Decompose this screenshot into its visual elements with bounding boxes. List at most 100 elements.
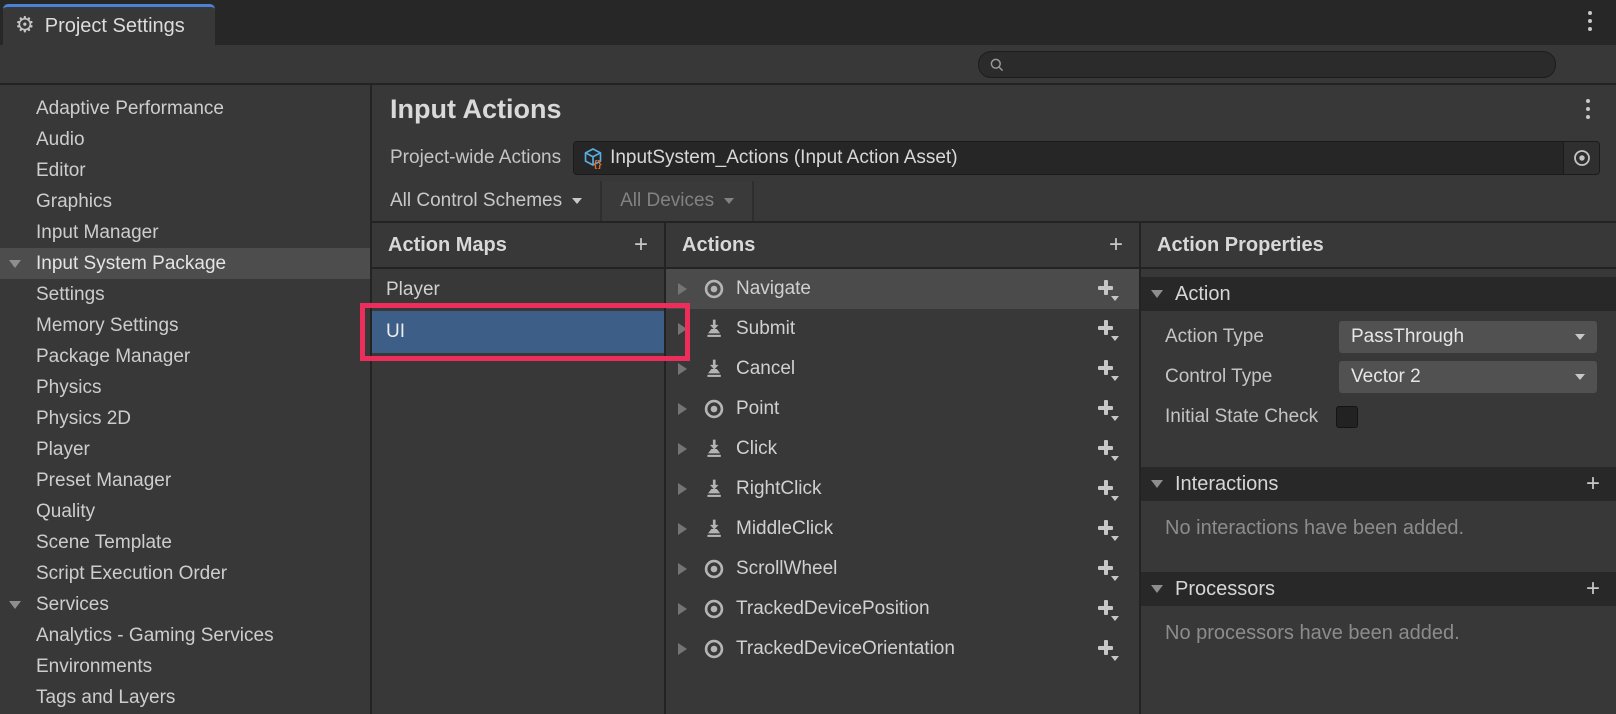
action-map-row[interactable]: Player [372, 269, 664, 311]
project-wide-actions-label: Project-wide Actions [390, 147, 561, 169]
asset-object-field[interactable]: {} InputSystem_Actions (Input Action Ass… [573, 141, 1600, 175]
control-schemes-dropdown[interactable]: All Control Schemes [372, 181, 602, 221]
action-button-icon [702, 438, 726, 460]
action-map-label: UI [386, 321, 405, 343]
interactions-foldout[interactable]: Interactions + [1141, 467, 1616, 501]
sidebar-item[interactable]: Physics 2D [0, 403, 370, 434]
action-row[interactable]: Navigate [666, 269, 1139, 309]
sidebar-item[interactable]: Player [0, 434, 370, 465]
sidebar-item[interactable]: Scene Template [0, 527, 370, 558]
search-input[interactable] [1012, 56, 1545, 73]
processors-empty-text: No processors have been added. [1141, 606, 1616, 645]
action-row[interactable]: RightClick [666, 469, 1139, 509]
sidebar-item[interactable]: Input System Package [0, 248, 370, 279]
sidebar-item[interactable]: Environments [0, 651, 370, 682]
expand-arrow-icon[interactable] [678, 523, 687, 535]
foldout-arrow-icon[interactable] [9, 601, 21, 609]
devices-dropdown[interactable]: All Devices [602, 181, 754, 221]
expand-arrow-icon[interactable] [678, 603, 687, 615]
sidebar-item[interactable]: Adaptive Performance [0, 93, 370, 124]
input-actions-menu-icon[interactable] [1580, 99, 1596, 119]
add-binding-button[interactable] [1095, 517, 1119, 541]
add-binding-button[interactable] [1095, 317, 1119, 341]
action-properties-header: Action Properties [1141, 223, 1616, 269]
control-scheme-bar: All Control Schemes All Devices [372, 181, 1616, 223]
sidebar-item[interactable]: Memory Settings [0, 310, 370, 341]
add-binding-button[interactable] [1095, 597, 1119, 621]
expand-arrow-icon[interactable] [678, 643, 687, 655]
project-wide-actions-row: Project-wide Actions {} InputSystem_Acti… [372, 135, 1616, 181]
control-type-row: Control Type Vector 2 [1165, 357, 1598, 397]
sidebar-item[interactable]: Package Manager [0, 341, 370, 372]
action-type-row: Action Type PassThrough [1165, 317, 1598, 357]
add-action-button[interactable]: + [1109, 233, 1123, 257]
action-row[interactable]: Submit [666, 309, 1139, 349]
settings-sidebar: Adaptive Performance Audio Editor Graphi… [0, 85, 372, 714]
add-binding-button[interactable] [1095, 357, 1119, 381]
foldout-arrow-icon [1151, 585, 1163, 593]
interactions-title: Interactions [1175, 473, 1586, 496]
expand-arrow-icon[interactable] [678, 403, 687, 415]
action-type-value: PassThrough [1351, 326, 1464, 348]
sidebar-item[interactable]: Input Manager [0, 217, 370, 248]
add-interaction-button[interactable]: + [1586, 472, 1600, 496]
action-map-label: Player [386, 279, 440, 301]
control-type-dropdown[interactable]: Vector 2 [1339, 361, 1597, 393]
add-binding-button[interactable] [1095, 397, 1119, 421]
add-processor-button[interactable]: + [1586, 577, 1600, 601]
action-foldout[interactable]: Action [1141, 277, 1616, 311]
add-binding-button[interactable] [1095, 477, 1119, 501]
tab-title: Project Settings [45, 15, 185, 38]
sidebar-item-label: Memory Settings [36, 315, 179, 336]
processors-foldout[interactable]: Processors + [1141, 572, 1616, 606]
add-binding-button[interactable] [1095, 557, 1119, 581]
action-map-row[interactable]: UI [372, 311, 664, 353]
action-row[interactable]: TrackedDevicePosition [666, 589, 1139, 629]
add-action-map-button[interactable]: + [634, 233, 648, 257]
sidebar-item[interactable]: Graphics [0, 186, 370, 217]
sidebar-item[interactable]: Settings [0, 279, 370, 310]
expand-arrow-icon[interactable] [678, 563, 687, 575]
action-row[interactable]: MiddleClick [666, 509, 1139, 549]
expand-arrow-icon[interactable] [678, 483, 687, 495]
expand-arrow-icon[interactable] [678, 443, 687, 455]
add-binding-button[interactable] [1095, 437, 1119, 461]
sidebar-item[interactable]: Quality [0, 496, 370, 527]
action-row[interactable]: Cancel [666, 349, 1139, 389]
chevron-down-icon [724, 198, 734, 204]
initial-state-checkbox[interactable] [1336, 406, 1358, 428]
sidebar-item[interactable]: Preset Manager [0, 465, 370, 496]
add-binding-button[interactable] [1095, 277, 1119, 301]
action-row[interactable]: Point [666, 389, 1139, 429]
sidebar-item[interactable]: Editor [0, 155, 370, 186]
action-label: Submit [736, 318, 1095, 340]
expand-arrow-icon[interactable] [678, 363, 687, 375]
expand-arrow-icon[interactable] [678, 283, 687, 295]
foldout-arrow-icon[interactable] [9, 260, 21, 268]
action-row[interactable]: Click [666, 429, 1139, 469]
action-button-icon [702, 358, 726, 380]
window-menu-icon[interactable] [1582, 11, 1598, 31]
expand-arrow-icon[interactable] [678, 323, 687, 335]
sidebar-item[interactable]: Analytics - Gaming Services [0, 620, 370, 651]
add-binding-button[interactable] [1095, 637, 1119, 661]
toolbar [0, 45, 1616, 85]
sidebar-item[interactable]: Script Execution Order [0, 558, 370, 589]
sidebar-item[interactable]: Audio [0, 124, 370, 155]
action-row[interactable]: ScrollWheel [666, 549, 1139, 589]
action-type-dropdown[interactable]: PassThrough [1339, 321, 1597, 353]
project-settings-window: ⚙ Project Settings Adaptive Performance … [0, 0, 1616, 714]
sidebar-item-label: Input Manager [36, 222, 159, 243]
action-maps-header: Action Maps + [372, 223, 664, 269]
tab-project-settings[interactable]: ⚙ Project Settings [3, 4, 215, 45]
initial-state-row: Initial State Check [1165, 397, 1598, 437]
tab-strip: ⚙ Project Settings [0, 0, 1616, 45]
sidebar-item[interactable]: Services [0, 589, 370, 620]
sidebar-item[interactable]: Physics [0, 372, 370, 403]
action-fields: Action Type PassThrough Control Type Vec… [1141, 311, 1616, 437]
object-picker-button[interactable] [1563, 142, 1599, 174]
action-row[interactable]: TrackedDeviceOrientation [666, 629, 1139, 669]
action-button-icon [702, 518, 726, 540]
search-box[interactable] [978, 51, 1556, 78]
sidebar-item[interactable]: Tags and Layers [0, 682, 370, 713]
